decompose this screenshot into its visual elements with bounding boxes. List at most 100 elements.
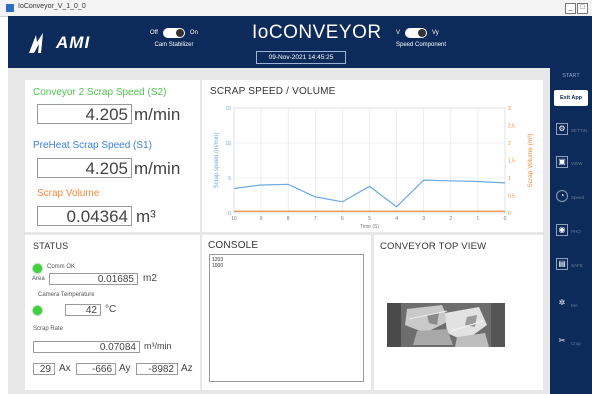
ax-label: Ax bbox=[59, 363, 71, 374]
sidebar-item-safe[interactable]: ▤ SAFE bbox=[554, 254, 588, 276]
app-title: IoCONVEYOR bbox=[252, 22, 382, 43]
x-tick-label: 6 bbox=[341, 216, 344, 222]
volume-label: Scrap Volume bbox=[37, 188, 100, 199]
x-tick-label: 2 bbox=[449, 216, 452, 222]
speed-component-toggle[interactable] bbox=[405, 28, 428, 38]
s2-label: Conveyor 2 Scrap Speed (S2) bbox=[33, 87, 167, 98]
exit-app-button[interactable]: Exit App bbox=[554, 90, 588, 106]
sidebar-item-ma[interactable]: ✲ MA bbox=[554, 294, 588, 316]
toggle-off-label: Off bbox=[150, 30, 158, 36]
scrap-rate-value: 0.07084 bbox=[33, 341, 140, 353]
comm-label: Comm OK bbox=[47, 264, 76, 270]
status-panel: STATUS Comm OK Area 0.01685 m2 Camera Te… bbox=[25, 235, 200, 390]
y-right-tick-label: 0 bbox=[508, 211, 511, 217]
status-title: STATUS bbox=[33, 241, 69, 251]
settings-icon: ⚙ bbox=[556, 123, 568, 135]
sidebar-item-speed[interactable]: ◔ Speed bbox=[554, 186, 588, 208]
view-icon: ▣ bbox=[556, 156, 568, 168]
sidebar-item-view[interactable]: ▣ VIEW bbox=[554, 152, 588, 174]
datetime-display: 09-Nov-2021 14:45:25 bbox=[256, 51, 346, 64]
y-right-tick-label: 1.5 bbox=[508, 159, 515, 165]
y-right-tick-label: 3 bbox=[508, 106, 511, 112]
app-icon bbox=[6, 4, 14, 12]
area-label: Area bbox=[32, 276, 45, 282]
y-right-axis-label: Scrap Volume (m³) bbox=[527, 133, 534, 187]
ax-value: 29 bbox=[33, 363, 55, 375]
cam-stabilizer-toggle[interactable] bbox=[162, 28, 185, 38]
x-axis-label: Time (S) bbox=[360, 224, 379, 230]
y-left-axis-label: Scrap speed (m/min) bbox=[214, 133, 220, 189]
area-unit: m2 bbox=[143, 273, 157, 284]
volume-value: 0.04364 bbox=[37, 206, 132, 226]
chart-panel: SCRAP SPEED / VOLUME 10 9 8 7 6 5 4 3 2 1 0 0 5 10 15 0… bbox=[202, 80, 543, 232]
app-header: AMI Off On Cam Stabilizer IoCONVEYOR 09-… bbox=[8, 16, 592, 68]
s1-value: 4.205 bbox=[37, 158, 132, 178]
toggle-on-label: On bbox=[189, 30, 198, 36]
s2-unit: m/min bbox=[134, 105, 181, 124]
az-label: Az bbox=[181, 363, 193, 374]
minimize-button[interactable]: _ bbox=[565, 3, 576, 14]
conveyor-view-title: CONVEYOR TOP VIEW bbox=[380, 241, 487, 252]
cam-stabilizer-toggle-group: Off On Cam Stabilizer bbox=[150, 28, 198, 48]
toggle-vy-label: Vy bbox=[432, 30, 439, 36]
main-content: Conveyor 2 Scrap Speed (S2) 4.205 m/min … bbox=[8, 68, 550, 394]
volume-unit: m³ bbox=[136, 207, 156, 226]
sidebar-item-crop[interactable]: ✂ Crop bbox=[554, 332, 588, 354]
conveyor-camera-image bbox=[387, 303, 505, 347]
x-tick-label: 8 bbox=[287, 216, 290, 222]
y-right-tick-label: 2.5 bbox=[508, 124, 515, 130]
start-button[interactable]: START bbox=[554, 68, 588, 84]
x-tick-label: 1 bbox=[477, 216, 480, 222]
y-right-tick-label: 1 bbox=[508, 176, 511, 182]
area-value: 0.01685 bbox=[49, 273, 138, 285]
comm-status-indicator bbox=[33, 264, 42, 273]
camera-temperature-unit: °C bbox=[105, 304, 117, 315]
console-panel: CONSOLE 1203 1000 bbox=[202, 235, 371, 390]
sidebar-item-settings[interactable]: ⚙ SETTIN bbox=[554, 119, 588, 141]
brand-logo: AMI bbox=[28, 32, 90, 54]
toggle-v-label: V bbox=[396, 30, 401, 36]
s1-label: PreHeat Scrap Speed (S1) bbox=[33, 140, 152, 151]
cam-stabilizer-caption: Cam Stabilizer bbox=[154, 42, 194, 48]
window-titlebar: IoConveyor_V_1_0_0 _ □ bbox=[0, 0, 592, 17]
az-value: -8982 bbox=[136, 363, 178, 375]
y-left-tick-label: 15 bbox=[225, 106, 231, 112]
speed-component-toggle-group: V Vy Speed Component bbox=[396, 28, 446, 48]
console-output[interactable]: 1203 1000 bbox=[209, 254, 364, 382]
s2-value: 4.205 bbox=[37, 104, 132, 124]
camera-icon: ◉ bbox=[556, 224, 568, 236]
right-sidebar: START Exit App ⚙ SETTIN ▣ VIEW ◔ Speed ◉… bbox=[550, 68, 592, 394]
safe-icon: ▤ bbox=[556, 258, 568, 270]
ay-label: Ay bbox=[119, 363, 131, 374]
speeds-panel: Conveyor 2 Scrap Speed (S2) 4.205 m/min … bbox=[25, 80, 200, 232]
x-tick-label: 7 bbox=[314, 216, 317, 222]
s1-unit: m/min bbox=[134, 159, 181, 178]
console-title: CONSOLE bbox=[208, 240, 259, 251]
ay-value: -666 bbox=[76, 363, 116, 375]
x-tick-label: 9 bbox=[260, 216, 263, 222]
x-tick-label: 3 bbox=[422, 216, 425, 222]
maximize-button[interactable]: □ bbox=[577, 3, 588, 14]
x-tick-label: 4 bbox=[395, 216, 398, 222]
conveyor-view-panel: CONVEYOR TOP VIEW bbox=[374, 235, 543, 390]
fan-icon: ✲ bbox=[558, 298, 566, 307]
camera-temperature-label: Camera Temperature bbox=[38, 292, 95, 298]
x-tick-label: 10 bbox=[231, 216, 237, 222]
x-tick-label: 5 bbox=[368, 216, 371, 222]
window-title: IoConveyor_V_1_0_0 bbox=[18, 3, 86, 10]
y-right-tick-label: 2 bbox=[508, 141, 511, 147]
y-left-tick-label: 10 bbox=[225, 141, 231, 147]
scrap-rate-label: Scrap Rate bbox=[33, 326, 64, 332]
y-left-tick-label: 0 bbox=[228, 211, 231, 217]
crop-scissors-icon: ✂ bbox=[558, 336, 566, 345]
camera-temperature-value: 42 bbox=[65, 304, 101, 316]
ami-logo-icon bbox=[29, 33, 43, 53]
speed-icon: ◔ bbox=[556, 190, 568, 202]
speed-component-caption: Speed Component bbox=[396, 42, 447, 48]
scrap-rate-unit: m³/min bbox=[144, 341, 172, 351]
sidebar-item-photo[interactable]: ◉ PHO bbox=[554, 220, 588, 242]
x-tick-label: 0 bbox=[504, 216, 507, 222]
y-left-tick-label: 5 bbox=[228, 176, 231, 182]
y-right-tick-label: 0.5 bbox=[508, 194, 515, 200]
camera-status-indicator bbox=[33, 306, 42, 315]
